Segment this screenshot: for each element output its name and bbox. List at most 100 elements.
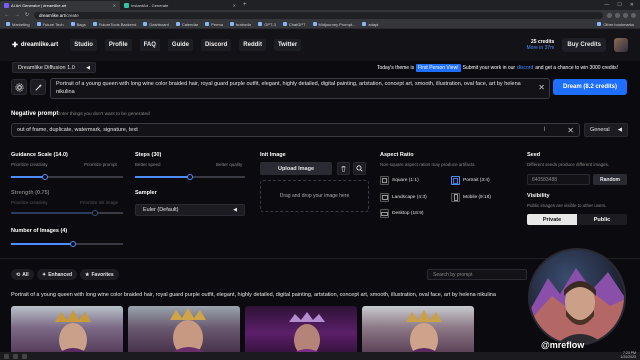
slider-handle[interactable] — [41, 173, 48, 180]
dream-button[interactable]: Dream (8.2 credits) — [553, 79, 627, 95]
steps-right-hint: Better quality — [216, 162, 243, 167]
prompt-ideas-button[interactable] — [30, 79, 46, 95]
nav-discord[interactable]: Discord — [200, 39, 232, 51]
bookmark-item[interactable]: Marketing — [6, 22, 30, 27]
url-field[interactable]: dreamlike.art/create — [34, 11, 603, 19]
windows-start-icon[interactable] — [4, 353, 9, 359]
slider-handle[interactable] — [69, 240, 76, 247]
aspect-option-label: Landscape (4:3) — [392, 195, 427, 200]
model-select[interactable]: Dreamlike Diffusion 1.0 ◀ — [12, 62, 96, 73]
magic-icon — [34, 83, 42, 91]
visibility-public-button[interactable]: Public — [577, 214, 627, 225]
steps-slider[interactable] — [135, 173, 245, 180]
seed-input[interactable]: 840583488 — [527, 174, 590, 185]
upload-image-button[interactable]: Upload Image — [260, 162, 332, 175]
bookmark-item[interactable]: Midjourney Prompt... — [312, 22, 355, 27]
search-icon[interactable] — [13, 353, 18, 359]
close-tab-icon[interactable]: ✕ — [233, 3, 236, 8]
theme-suffix: and get a chance to win 3000 credits! — [535, 65, 619, 71]
site-logo[interactable]: ✚ dreamlike.art — [12, 41, 58, 49]
theme-prefix: Today's theme is — [377, 65, 415, 71]
aspect-option-portrait[interactable]: Portrait (3:4) — [451, 176, 490, 185]
other-bookmarks[interactable]: Other bookmarks — [597, 22, 634, 27]
close-window-icon[interactable]: ✕ — [630, 2, 634, 8]
filter-favorites[interactable]: ★ Favorites — [80, 269, 119, 280]
filter-all[interactable]: ⟲ All — [11, 269, 34, 280]
bookmark-item[interactable]: Bags — [70, 22, 86, 27]
folder-icon — [143, 22, 148, 26]
filter-label: Favorites — [91, 271, 114, 278]
dreamlike-favicon-icon — [4, 3, 9, 8]
search-image-button[interactable] — [353, 162, 366, 175]
profile-icon[interactable] — [631, 12, 636, 18]
visibility-toggle: Private Public — [527, 214, 627, 225]
bookmark-item[interactable]: GPT-3 — [258, 22, 276, 27]
strength-slider[interactable] — [11, 209, 123, 216]
folder-icon — [229, 22, 234, 26]
buy-credits-button[interactable]: Buy Credits — [562, 38, 606, 52]
gallery-search-input[interactable]: Search by prompt — [427, 269, 527, 280]
nav-twitter[interactable]: Twitter — [273, 39, 302, 51]
nav-reddit[interactable]: Reddit — [239, 39, 266, 51]
bookmark-item[interactable]: adapt — [362, 22, 378, 27]
clear-negative-icon[interactable]: ✕ — [567, 126, 574, 135]
slider-handle[interactable] — [92, 209, 98, 216]
browser-tab-instantart[interactable]: InstantArt - Generate ✕ — [120, 1, 240, 10]
settings-button[interactable] — [11, 79, 27, 95]
tab-label: AI Art Generator | dreamlike.art — [11, 3, 67, 8]
aspect-option-square[interactable]: Square (1:1) — [380, 176, 419, 185]
system-clock: 7:23 PM 1/24/2023 — [620, 351, 636, 360]
bookmark-item[interactable]: ChatGPT — [282, 22, 306, 27]
image-dropzone[interactable]: Drag and drop your image here — [260, 180, 369, 212]
bookmark-label: brainz4n — [235, 21, 252, 27]
bookmark-item[interactable]: FutureTools Backend — [92, 22, 136, 27]
extension-icon[interactable] — [623, 12, 628, 18]
clear-prompt-icon[interactable]: ✕ — [538, 84, 545, 92]
bookmark-item[interactable]: Future Tech — [36, 22, 64, 27]
num-images-slider[interactable] — [11, 240, 123, 247]
seed-value: 840583488 — [532, 176, 558, 183]
num-images-label: Number of Images (4) — [11, 228, 68, 234]
visibility-private-button[interactable]: Private — [527, 214, 577, 225]
aspect-option-mobile[interactable]: Mobile (9:16) — [451, 193, 491, 202]
browser-tab-dreamlike[interactable]: AI Art Generator | dreamlike.art ✕ — [0, 1, 120, 10]
prompt-input[interactable]: Portrait of a young queen with long wine… — [50, 78, 550, 99]
forward-icon[interactable]: → — [14, 12, 20, 18]
close-tab-icon[interactable]: ✕ — [113, 3, 116, 8]
negative-preset-select[interactable]: General ◀ — [584, 123, 628, 137]
discord-link[interactable]: discord — [517, 65, 533, 71]
nav-studio[interactable]: Studio — [70, 39, 97, 51]
bookmark-item[interactable]: Calendar — [175, 22, 198, 27]
folder-icon — [36, 22, 41, 26]
sampler-select[interactable]: Euler (Default) ◀ — [135, 204, 245, 216]
avatar[interactable] — [614, 38, 628, 52]
history-icon: ⟲ — [16, 271, 21, 278]
delete-image-button[interactable] — [337, 162, 350, 175]
folder-icon — [70, 22, 75, 26]
extension-icon[interactable] — [607, 12, 612, 18]
bookmark-item[interactable]: brainz4n — [229, 21, 252, 27]
negative-prompt-input[interactable]: out of frame, duplicate, watermark, sign… — [11, 123, 580, 137]
aspect-option-label: Desktop (16:9) — [392, 211, 424, 216]
back-icon[interactable]: ← — [4, 12, 10, 18]
nav-guide[interactable]: Guide — [167, 39, 193, 51]
nav-faq[interactable]: FAQ — [139, 39, 160, 51]
bookmark-item[interactable]: Dashboard — [143, 22, 169, 27]
chrome-icon[interactable] — [22, 353, 27, 359]
maximize-icon[interactable]: ☐ — [617, 2, 621, 8]
reload-icon[interactable]: ↻ — [24, 12, 30, 18]
aspect-option-landscape[interactable]: Landscape (4:3) — [380, 193, 427, 202]
star-icon: ★ — [85, 271, 90, 278]
minimize-icon[interactable]: — — [604, 2, 609, 8]
guidance-slider[interactable] — [11, 173, 123, 180]
landscape-icon — [380, 193, 389, 202]
aspect-option-desktop[interactable]: Desktop (16:9) — [380, 209, 423, 218]
nav-profile[interactable]: Profile — [104, 39, 132, 51]
slider-handle[interactable] — [187, 173, 193, 180]
guidance-label: Guidance Scale (14.0) — [11, 152, 68, 158]
filter-enhanced[interactable]: ✦ Enhanced — [37, 269, 78, 280]
extension-icon[interactable] — [615, 12, 620, 18]
random-seed-button[interactable]: Random — [593, 174, 627, 185]
bookmark-item[interactable]: Perma — [205, 22, 223, 27]
new-tab-icon[interactable]: + — [243, 2, 247, 8]
